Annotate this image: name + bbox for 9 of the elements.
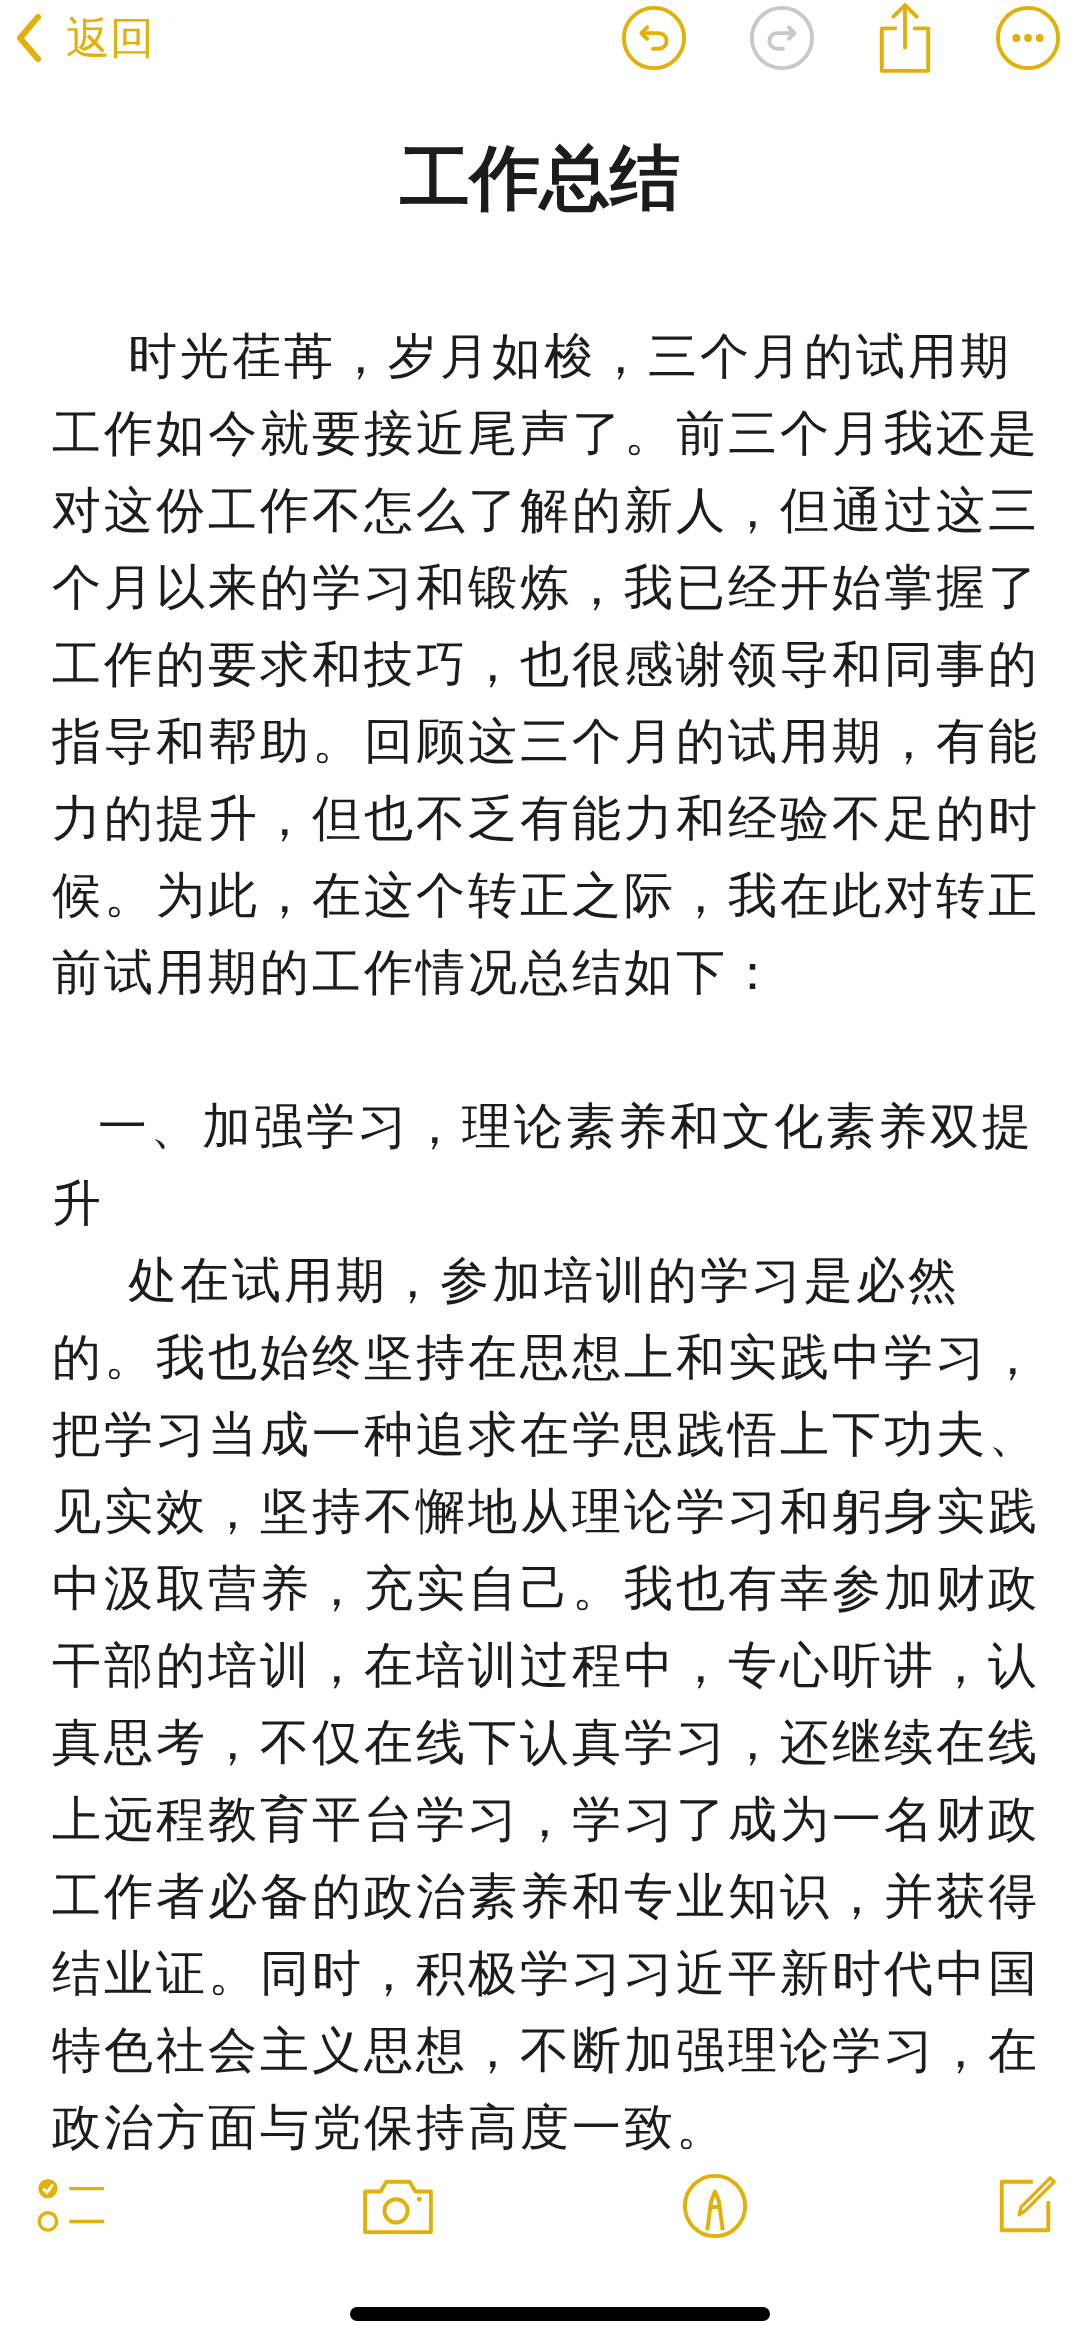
pen-tip-icon[interactable] [681, 2172, 750, 2240]
chevron-left-icon [14, 13, 44, 63]
note-paragraph: 时光荏苒，岁月如梭，三个月的试用期工作如今就要接近尾声了。前三个月我还是对这份工作不怎么了解的新人，但通过这三个月以来的学习和锻炼，我已经开始掌握了工作的要求和技巧，也很感谢领导和同事的指导和帮助。回顾这三个月的试用期，有能力的提升，但也不乏有能力和经验不足的时候。为此，在这个转正之际，我在此对转正前试用期的工作情况总结如下： [52, 327, 1040, 1003]
note-paragraph: 一、加强学习，理论素养和文化素养双提升 [52, 1097, 1035, 1234]
back-button[interactable]: 返回 [10, 4, 158, 72]
more-icon[interactable] [994, 4, 1062, 72]
undo-icon[interactable] [620, 4, 688, 72]
note-paragraph: 处在试用期，参加培训的学习是必然的。我也始终坚持在思想上和实践中学习，把学习当成一种追求在学思践悟上下功夫、见实效，坚持不懈地从理论学习和躬身实践中汲取营养，充实自己。我也有幸参加财政干部的培训，在培训过程中，专心听讲，认真思考，不仅在线下认真学习，还继续在线上远程教育平台学习，学习了成为一名财政工作者必备的政治素养和专业知识，并获得结业证。同时，积极学习习近平新时代中国特色社会主义思想，不断加强理论学习，在政治方面与党保持高度一致。 [52, 1251, 1040, 2158]
note-title: 工作总结 [399, 136, 681, 221]
